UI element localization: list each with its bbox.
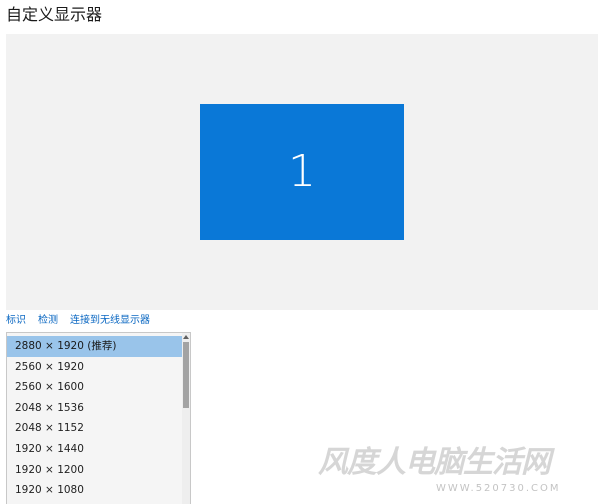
display-arrangement-panel: 1	[6, 34, 598, 310]
scroll-thumb[interactable]	[183, 342, 189, 408]
display-number: 1	[288, 146, 316, 197]
list-scrollbar[interactable]	[182, 333, 190, 504]
display-tile-1[interactable]: 1	[200, 104, 404, 240]
watermark-url: WWW.520730.COM	[436, 483, 561, 494]
connect-wireless-display-link[interactable]: 连接到无线显示器	[70, 313, 150, 329]
watermark-logo-text: 风度人电脑生活网	[318, 445, 551, 480]
resolution-option[interactable]: 2880 × 1920 (推荐)	[7, 336, 184, 357]
resolution-option[interactable]: 2048 × 1152	[7, 418, 184, 439]
resolution-option[interactable]: 1920 × 1200	[7, 460, 184, 481]
resolution-option[interactable]: 2048 × 1536	[7, 398, 184, 419]
resolution-options: 2880 × 1920 (推荐) 2560 × 1920 2560 × 1600…	[7, 336, 184, 501]
identify-link[interactable]: 标识	[6, 313, 26, 329]
detect-link[interactable]: 检测	[38, 313, 58, 329]
scroll-up-arrow-icon[interactable]	[182, 333, 190, 341]
display-link-row: 标识 检测 连接到无线显示器	[6, 313, 162, 329]
resolution-dropdown-list[interactable]: 2880 × 1920 (推荐) 2560 × 1920 2560 × 1600…	[6, 332, 191, 504]
watermark: 风度人电脑生活网 WWW.520730.COM	[318, 446, 600, 504]
page-title: 自定义显示器	[6, 5, 103, 24]
resolution-option[interactable]: 1920 × 1080	[7, 480, 184, 501]
resolution-option[interactable]: 2560 × 1920	[7, 357, 184, 378]
resolution-option[interactable]: 2560 × 1600	[7, 377, 184, 398]
resolution-option[interactable]: 1920 × 1440	[7, 439, 184, 460]
